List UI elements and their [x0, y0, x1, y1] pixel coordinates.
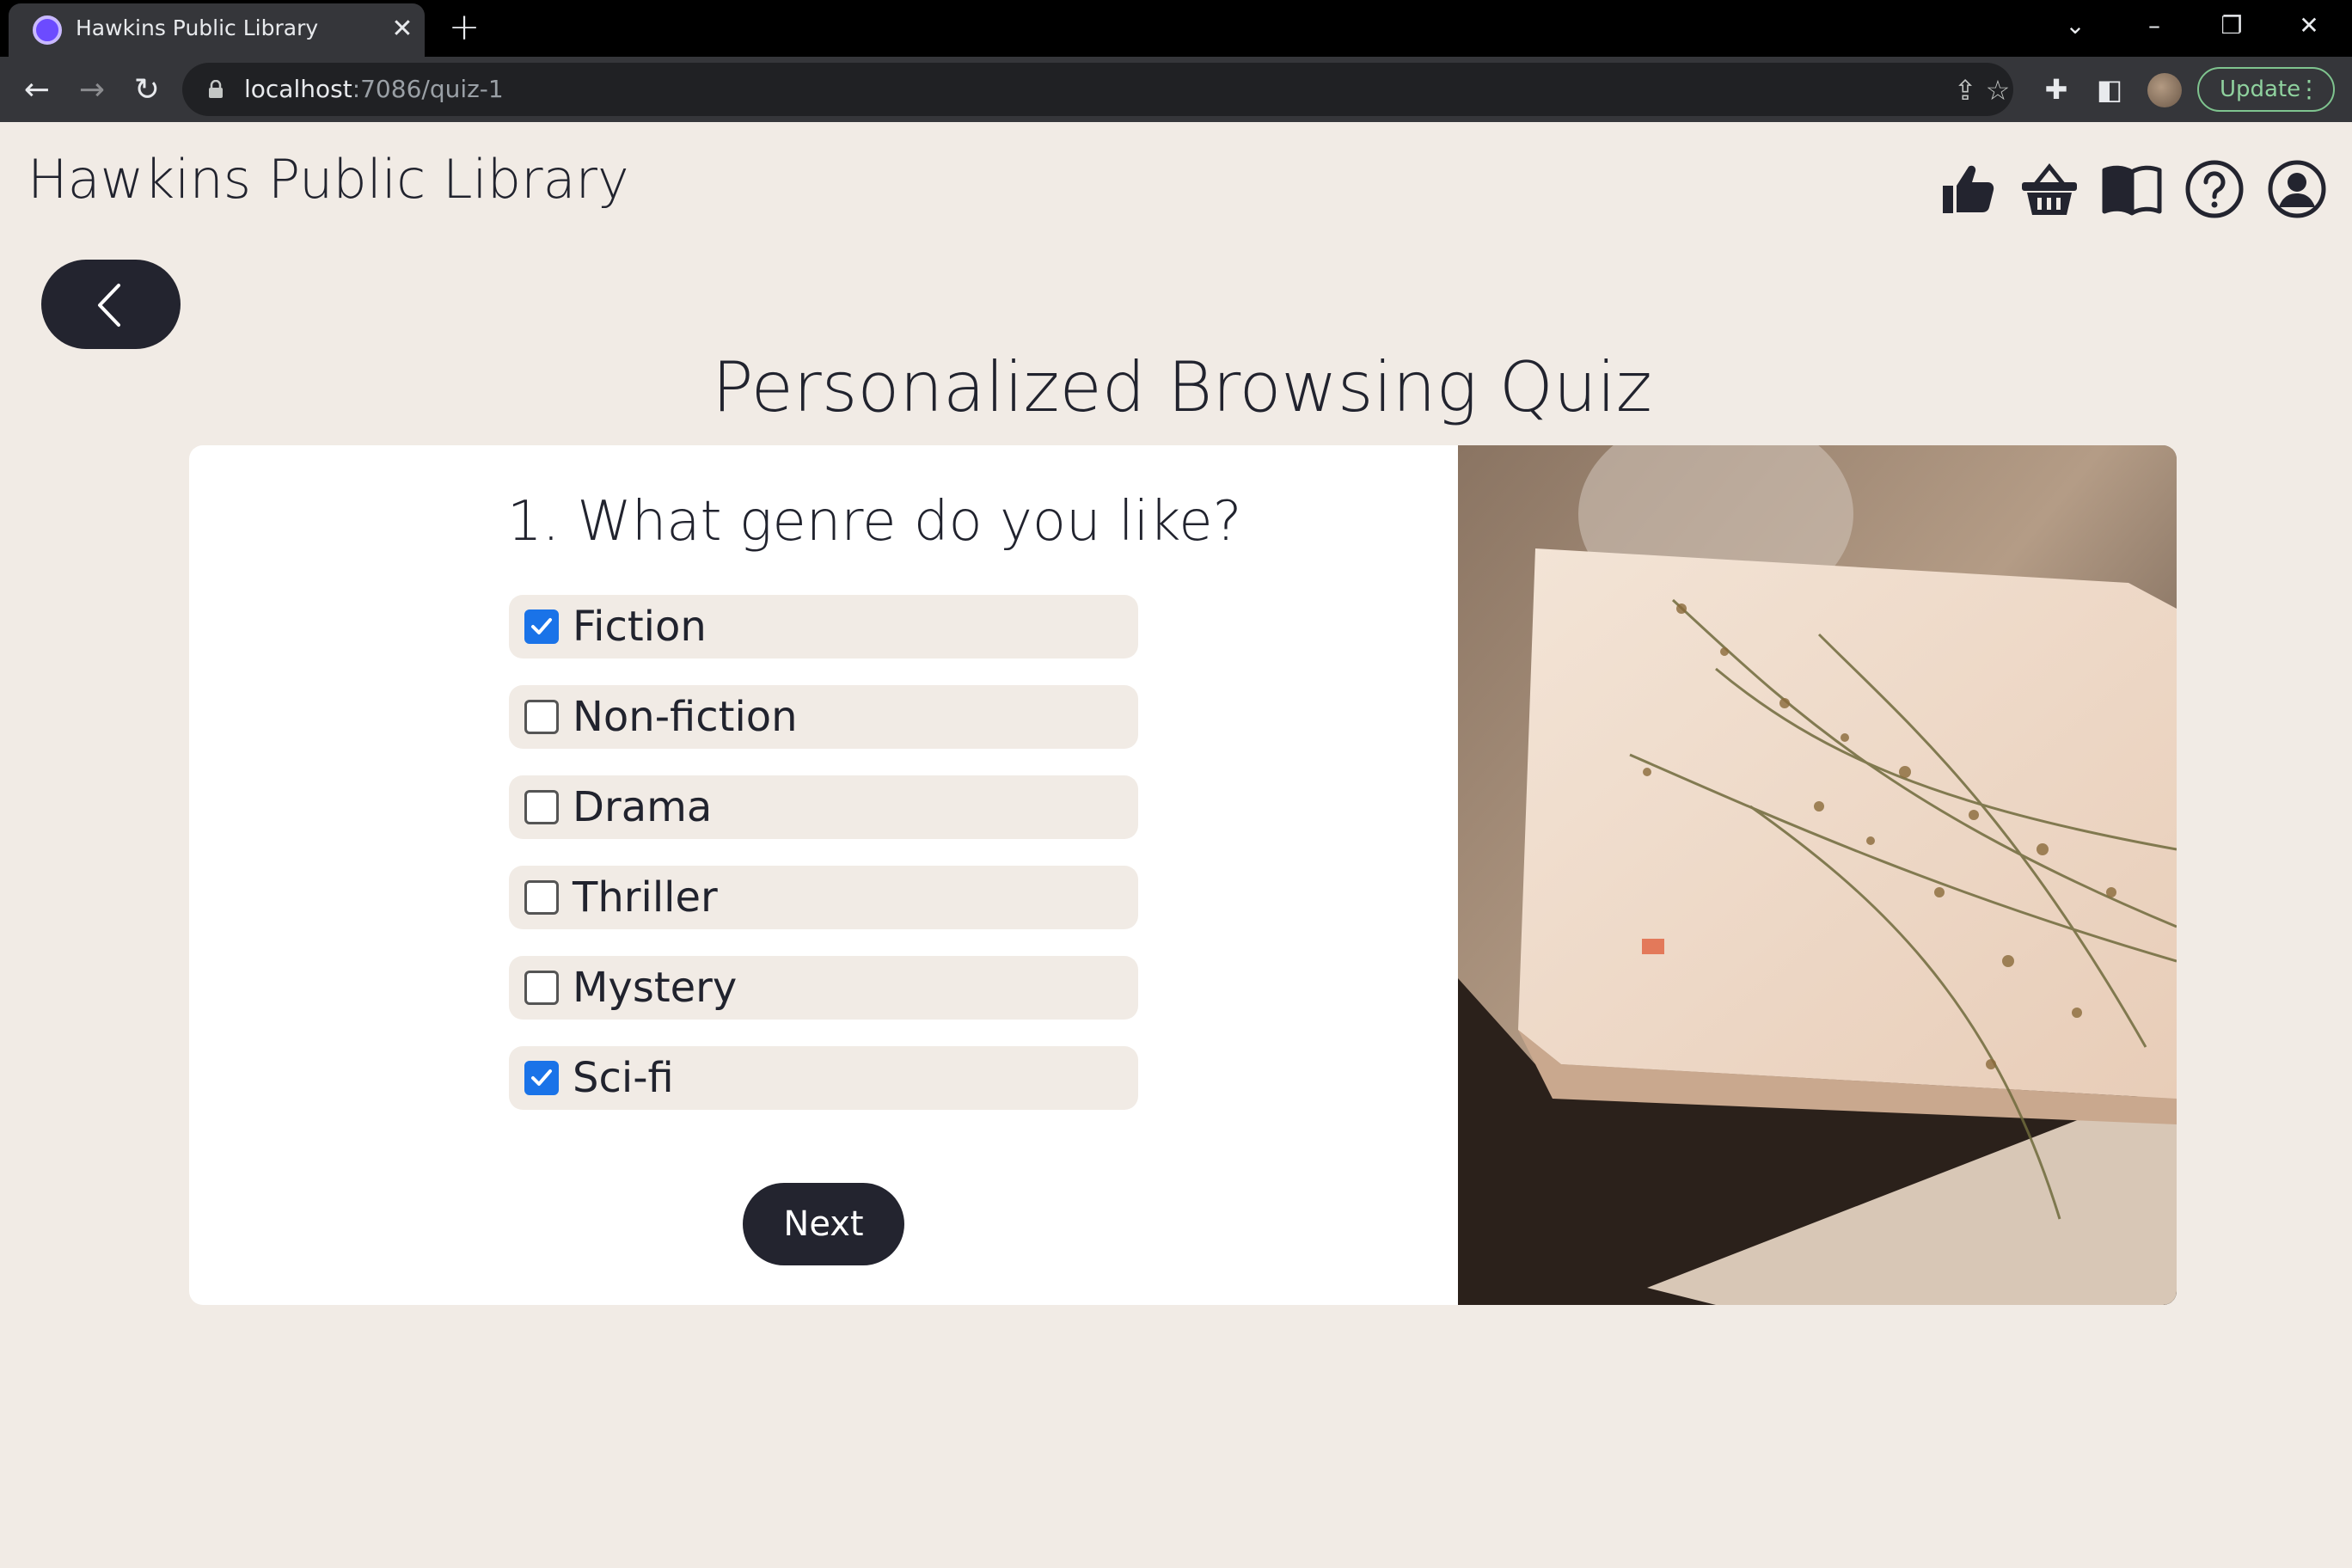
browser-tab-bar: Hawkins Public Library ✕ + ⌄ – ❐ ✕ — [0, 0, 2352, 57]
option-label: Thriller — [573, 873, 718, 922]
chevron-left-icon — [98, 284, 120, 327]
option-label: Non-fiction — [573, 693, 798, 741]
close-window-icon[interactable]: ✕ — [2283, 5, 2335, 46]
close-tab-icon[interactable]: ✕ — [387, 14, 418, 45]
option-sci-fi[interactable]: Sci-fi — [509, 1046, 1138, 1110]
option-label: Fiction — [573, 603, 707, 651]
books-flowers-photo — [1458, 445, 2177, 1305]
side-panel-icon[interactable]: ◧ — [2091, 70, 2128, 108]
option-fiction[interactable]: Fiction — [509, 595, 1138, 658]
tab-search-icon[interactable]: ⌄ — [2049, 5, 2101, 46]
restore-icon[interactable]: ❐ — [2206, 5, 2257, 46]
checkbox[interactable] — [524, 971, 559, 1005]
option-mystery[interactable]: Mystery — [509, 956, 1138, 1020]
basket-icon[interactable] — [2018, 158, 2080, 220]
option-thriller[interactable]: Thriller — [509, 866, 1138, 929]
checkbox[interactable] — [524, 790, 559, 824]
option-drama[interactable]: Drama — [509, 775, 1138, 839]
page-content: Hawkins Public Library Personalized Brow… — [0, 122, 2352, 1568]
new-tab-icon[interactable]: + — [445, 9, 483, 46]
option-label: Sci-fi — [573, 1054, 674, 1102]
update-button[interactable]: Update ⋮ — [2197, 67, 2335, 112]
extensions-icon[interactable]: ✚ — [2037, 70, 2075, 108]
option-label: Drama — [573, 783, 713, 831]
browser-tab[interactable]: Hawkins Public Library ✕ — [9, 3, 425, 57]
checkbox[interactable] — [524, 700, 559, 734]
address-bar[interactable]: localhost:7086/quiz-1 ⇪ ☆ — [182, 63, 2013, 116]
minimize-icon[interactable]: – — [2128, 5, 2180, 46]
option-non-fiction[interactable]: Non-fiction — [509, 685, 1138, 749]
share-icon[interactable]: ⇪ — [1950, 75, 1981, 106]
checkbox[interactable] — [524, 609, 559, 644]
next-button[interactable]: Next — [743, 1183, 904, 1265]
checkmark-icon — [531, 618, 552, 634]
back-button[interactable] — [41, 260, 181, 349]
help-icon[interactable] — [2184, 158, 2245, 220]
reload-icon[interactable]: ↻ — [126, 69, 168, 112]
book-icon[interactable] — [2101, 158, 2163, 220]
profile-avatar[interactable] — [2147, 73, 2182, 107]
quiz-card: 1. What genre do you like? Fiction Non-fi… — [189, 445, 2177, 1305]
account-icon[interactable] — [2266, 158, 2328, 220]
quiz-title: Personalized Browsing Quiz — [712, 347, 1652, 427]
tab-title: Hawkins Public Library — [76, 15, 319, 40]
option-label: Mystery — [573, 964, 738, 1012]
lock-icon — [209, 80, 223, 98]
thumbs-up-icon[interactable] — [1936, 158, 1998, 220]
forward-arrow-icon[interactable]: → — [70, 69, 113, 112]
checkbox[interactable] — [524, 1061, 559, 1095]
site-favicon-icon — [33, 15, 62, 45]
browser-toolbar: ← → ↻ localhost:7086/quiz-1 ⇪ ☆ ✚ ◧ Upda… — [0, 57, 2352, 122]
site-title: Hawkins Public Library — [28, 148, 629, 211]
question-text: 1. What genre do you like? — [507, 490, 1242, 554]
checkmark-icon — [531, 1069, 552, 1086]
url-text: localhost:7086/quiz-1 — [244, 75, 504, 103]
checkbox[interactable] — [524, 880, 559, 915]
back-arrow-icon[interactable]: ← — [15, 69, 58, 112]
bookmark-star-icon[interactable]: ☆ — [1982, 75, 2013, 106]
